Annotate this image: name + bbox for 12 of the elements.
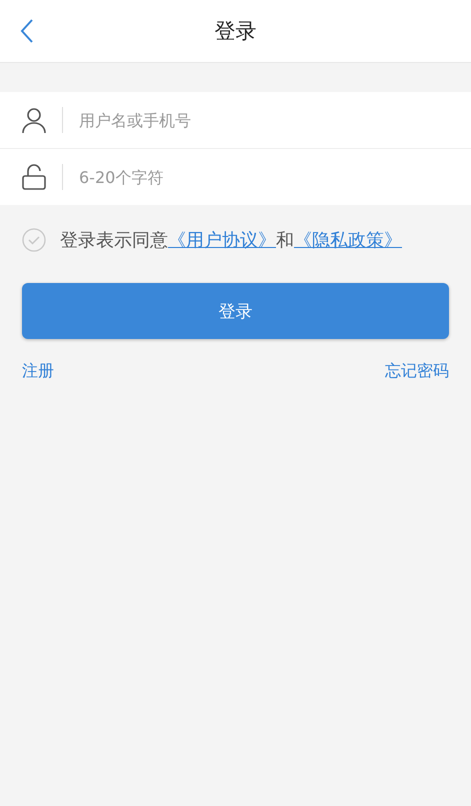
forgot-password-link[interactable]: 忘记密码 [385, 361, 449, 382]
password-field[interactable]: 6-20个字符 [77, 166, 471, 188]
agree-checkbox[interactable] [22, 228, 46, 252]
page-title: 登录 [214, 18, 256, 45]
username-field[interactable]: 用户名或手机号 [77, 110, 471, 130]
login-button[interactable]: 登录 [22, 283, 449, 339]
lock-icon [20, 163, 48, 191]
agreement-text: 登录表示同意《用户协议》和《隐私政策》 [60, 229, 402, 252]
user-icon [20, 106, 48, 134]
privacy-policy-link[interactable]: 《隐私政策》 [294, 230, 402, 251]
user-agreement-link[interactable]: 《用户协议》 [168, 230, 276, 251]
register-link[interactable]: 注册 [22, 361, 54, 382]
